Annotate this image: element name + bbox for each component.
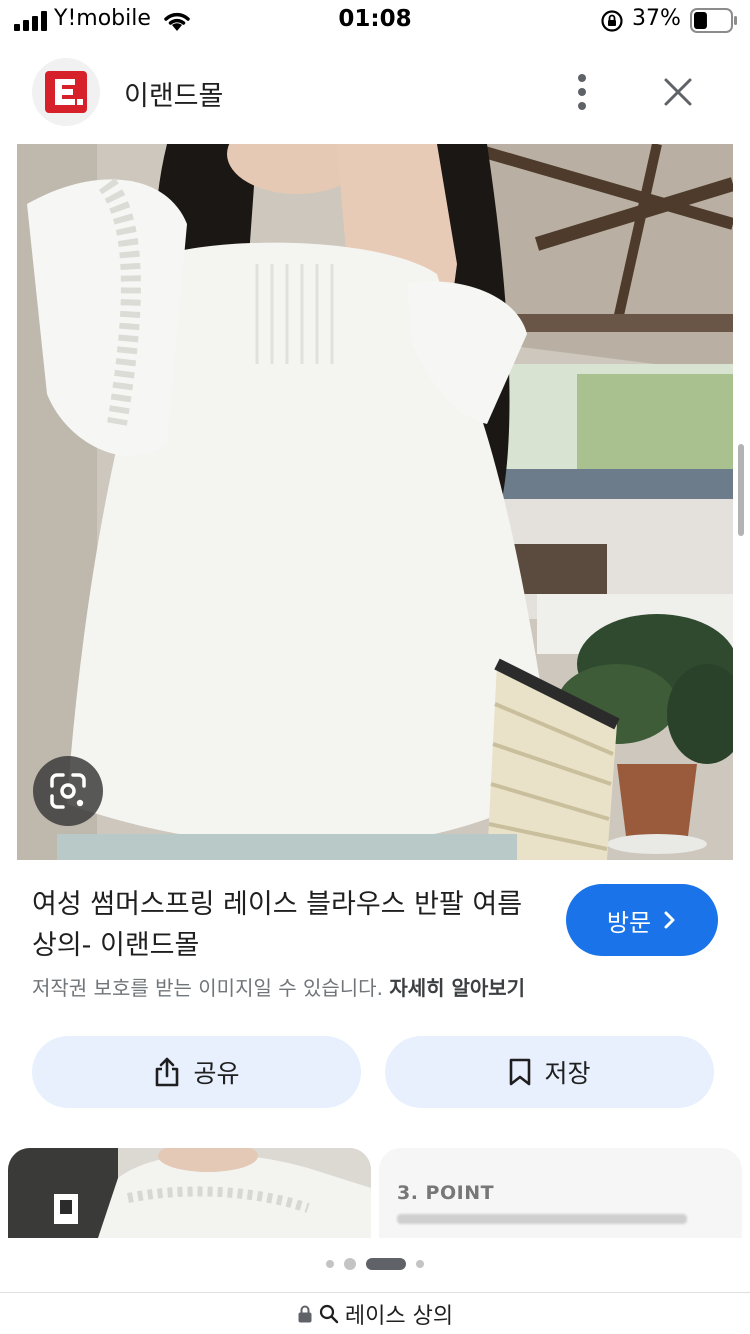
visit-label: 방문 xyxy=(606,908,652,937)
search-icon xyxy=(319,1304,339,1324)
close-button[interactable] xyxy=(654,68,702,116)
bottom-panel: 레이스 상의 xyxy=(0,1238,750,1334)
page-dot[interactable] xyxy=(416,1260,424,1268)
save-button[interactable]: 저장 xyxy=(385,1036,714,1108)
bookmark-icon xyxy=(510,1058,531,1086)
site-title: 이랜드몰 xyxy=(124,81,224,112)
copyright-text: 저작권 보호를 받는 이미지일 수 있습니다. xyxy=(32,976,383,1000)
page-dot-active[interactable] xyxy=(366,1258,406,1270)
close-icon xyxy=(664,78,692,106)
chevron-right-icon xyxy=(664,911,675,929)
more-vert-icon xyxy=(578,74,586,110)
save-label: 저장 xyxy=(544,1059,591,1088)
lens-search-button[interactable] xyxy=(33,756,103,826)
eland-logo-icon xyxy=(45,71,87,113)
site-logo[interactable] xyxy=(32,58,100,126)
more-options-button[interactable] xyxy=(562,68,602,116)
related-image-1[interactable] xyxy=(8,1148,371,1238)
scrollbar-thumb[interactable] xyxy=(738,444,744,536)
result-title[interactable]: 여성 썸머스프링 레이스 블라우스 반팔 여름 상의- 이랜드몰 xyxy=(32,884,542,966)
visit-button[interactable]: 방문 xyxy=(566,884,718,956)
page-dot[interactable] xyxy=(344,1258,356,1270)
copyright-notice: 저작권 보호를 받는 이미지일 수 있습니다. 자세히 알아보기 xyxy=(32,972,525,1001)
learn-more-link[interactable]: 자세히 알아보기 xyxy=(389,976,525,1000)
address-query: 레이스 상의 xyxy=(344,1304,454,1329)
status-bar: Y!mobile 01:08 37% xyxy=(0,0,750,44)
site-header: 이랜드몰 xyxy=(0,44,750,144)
page-dot[interactable] xyxy=(326,1260,334,1268)
battery-percent: 37% xyxy=(632,6,681,31)
lens-icon xyxy=(50,773,86,809)
rotation-lock-icon xyxy=(601,10,623,32)
related-image-2[interactable]: 3. POINT xyxy=(379,1148,742,1238)
lock-icon xyxy=(298,1305,312,1323)
address-bar[interactable]: 레이스 상의 xyxy=(0,1298,750,1330)
product-image[interactable] xyxy=(17,144,733,860)
share-label: 공유 xyxy=(193,1059,240,1088)
blurred-text xyxy=(397,1214,687,1224)
divider xyxy=(0,1292,750,1293)
battery-icon xyxy=(690,8,737,33)
share-icon xyxy=(156,1057,179,1087)
related-image-heading: 3. POINT xyxy=(397,1182,495,1204)
pagination-dots xyxy=(0,1258,750,1270)
share-button[interactable]: 공유 xyxy=(32,1036,361,1108)
